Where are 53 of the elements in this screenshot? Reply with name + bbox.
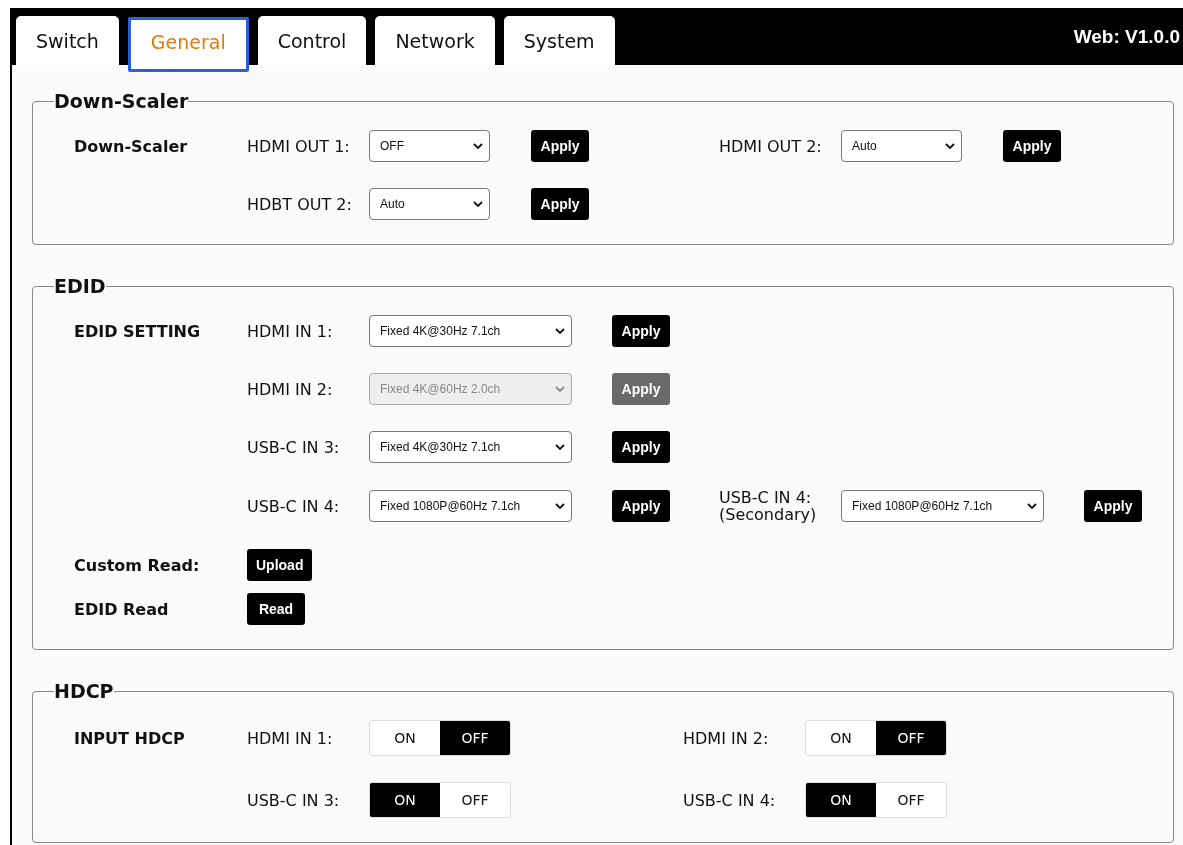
- chevron-down-icon: [473, 142, 483, 150]
- apply-button[interactable]: Apply: [612, 431, 670, 463]
- chevron-down-icon: [555, 502, 565, 510]
- toggle-option[interactable]: ON: [370, 783, 440, 817]
- section-title: HDCP: [54, 680, 114, 702]
- section-title: EDID: [54, 275, 106, 297]
- field-label: HDMI IN 1:: [247, 322, 333, 340]
- field-label: HDMI OUT 2:: [719, 137, 822, 155]
- dropdown[interactable]: Fixed 4K@30Hz 7.1ch: [369, 315, 572, 347]
- field-label: USB-C IN 4: (Secondary): [719, 489, 817, 523]
- chevron-down-icon: [555, 327, 565, 335]
- chevron-down-icon: [473, 200, 483, 208]
- field-label: USB-C IN 4:: [683, 791, 776, 809]
- chevron-down-icon: [555, 443, 565, 451]
- tab[interactable]: Switch: [16, 16, 119, 65]
- chevron-down-icon: [555, 385, 565, 393]
- apply-button[interactable]: Apply: [531, 130, 589, 162]
- apply-button[interactable]: Apply: [1003, 130, 1061, 162]
- tab[interactable]: Network: [375, 16, 495, 65]
- row-label: Custom Read:: [74, 555, 200, 575]
- dropdown[interactable]: Auto: [841, 130, 962, 162]
- row-label: EDID SETTING: [74, 321, 201, 341]
- action-button[interactable]: Upload: [247, 549, 313, 581]
- field-label: HDMI OUT 1:: [247, 137, 350, 155]
- field-label: USB-C IN 4:: [247, 497, 340, 515]
- action-button[interactable]: Read: [247, 593, 305, 625]
- toggle-option[interactable]: ON: [806, 783, 876, 817]
- field-label: USB-C IN 3:: [247, 438, 340, 456]
- section-title: Down-Scaler: [54, 90, 189, 112]
- field-label: HDMI IN 2:: [683, 729, 769, 747]
- field-label: HDBT OUT 2:: [247, 195, 352, 213]
- toggle-option[interactable]: OFF: [440, 721, 510, 755]
- tab[interactable]: System: [503, 16, 615, 65]
- dropdown[interactable]: Fixed 1080P@60Hz 7.1ch: [369, 490, 572, 522]
- apply-button[interactable]: Apply: [612, 315, 670, 347]
- field-label: HDMI IN 1:: [247, 729, 333, 747]
- apply-button[interactable]: Apply: [1084, 490, 1142, 522]
- toggle-option[interactable]: OFF: [876, 721, 946, 755]
- dropdown[interactable]: Fixed 4K@30Hz 7.1ch: [369, 431, 572, 463]
- dropdown[interactable]: OFF: [369, 130, 490, 162]
- version-label: Web: V1.0.0: [1073, 25, 1180, 48]
- field-label: USB-C IN 3:: [247, 791, 340, 809]
- apply-button[interactable]: Apply: [531, 188, 589, 220]
- dropdown[interactable]: Fixed 1080P@60Hz 7.1ch: [841, 490, 1044, 522]
- row-label: INPUT HDCP: [74, 728, 185, 748]
- apply-button[interactable]: Apply: [612, 490, 670, 522]
- tab[interactable]: Control: [257, 16, 367, 65]
- chevron-down-icon: [1027, 502, 1037, 510]
- field-label: HDMI IN 2:: [247, 380, 333, 398]
- chevron-down-icon: [945, 142, 955, 150]
- dropdown[interactable]: Auto: [369, 188, 490, 220]
- row-label: EDID Read: [74, 599, 169, 619]
- row-label: Down-Scaler: [74, 136, 188, 156]
